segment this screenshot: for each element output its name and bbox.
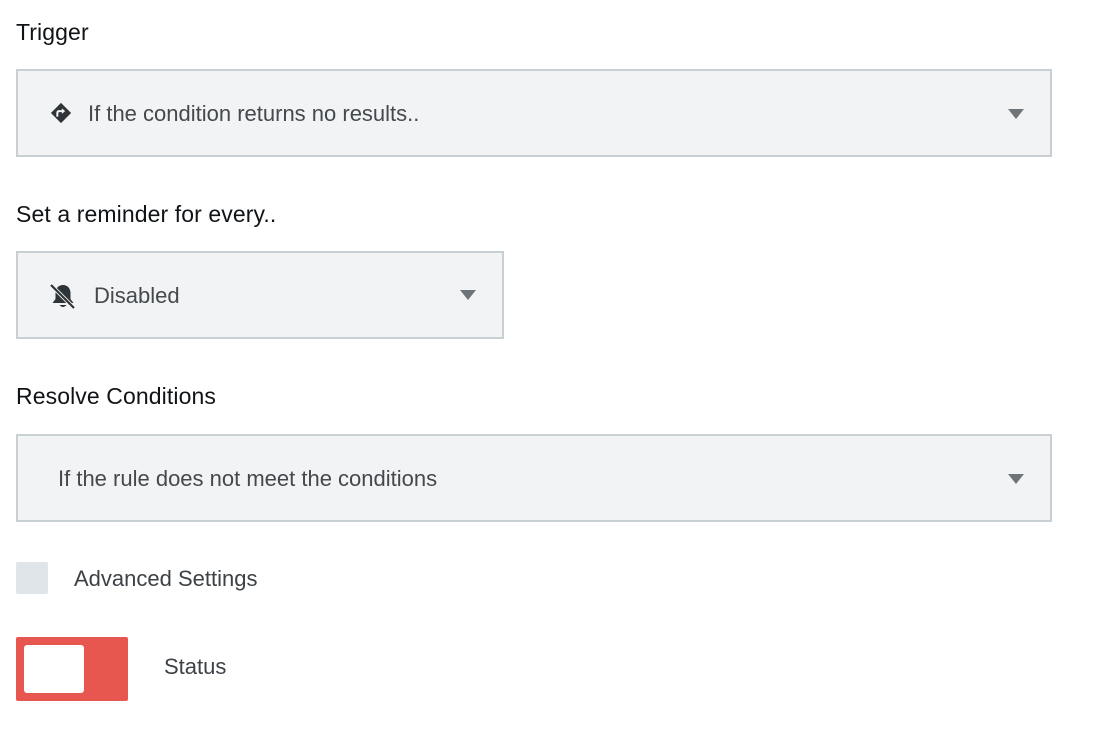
advanced-settings-checkbox[interactable] [16,562,48,594]
resolve-select[interactable]: If the rule does not meet the conditions [16,434,1052,522]
advanced-settings-label[interactable]: Advanced Settings [74,566,257,592]
directions-icon [50,102,72,124]
resolve-label: Resolve Conditions [16,383,216,409]
reminder-select[interactable]: Disabled [16,251,504,339]
resolve-value: If the rule does not meet the conditions [58,466,438,491]
chevron-down-icon [460,290,476,300]
chevron-down-icon [1008,474,1024,484]
reminder-label: Set a reminder for every.. [16,201,277,227]
status-label: Status [164,654,227,679]
bell-off-icon [47,282,79,310]
status-toggle[interactable] [16,637,128,701]
alert-settings-form: Trigger If the condition returns no resu… [0,0,1103,736]
chevron-down-icon [1008,109,1024,119]
status-toggle-knob [24,645,84,693]
trigger-select[interactable]: If the condition returns no results.. [16,69,1052,157]
trigger-value: If the condition returns no results.. [88,101,420,126]
reminder-value: Disabled [94,283,180,308]
trigger-label: Trigger [16,19,89,45]
